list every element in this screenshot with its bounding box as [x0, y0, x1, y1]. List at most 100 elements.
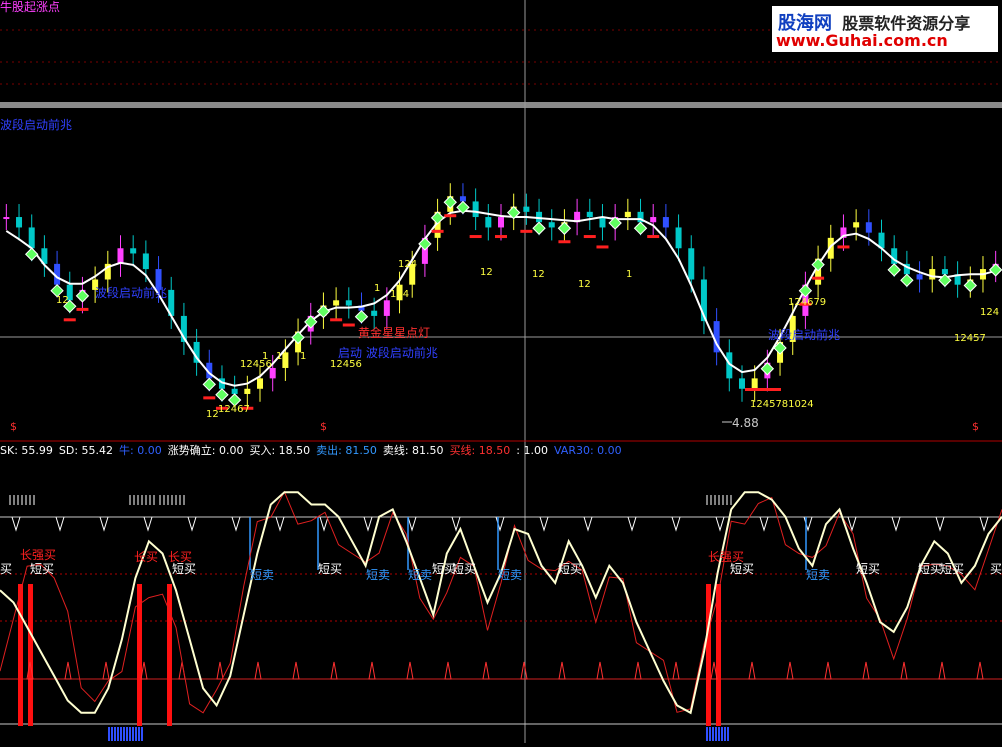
oscillator-signal-label: 买 [0, 562, 13, 576]
candle-body [929, 269, 936, 280]
red-dash [812, 276, 825, 280]
long-buy-bar [706, 584, 711, 726]
diamond-marker [988, 263, 1002, 277]
stock-chart-svg[interactable]: $ $ $ [0, 0, 1002, 743]
candle-body [865, 222, 872, 233]
oscillator-signal-label: 短卖 [250, 568, 275, 582]
buy-spike [102, 661, 110, 680]
number-tag: 1 [626, 269, 633, 280]
number-tag: 124679 [788, 297, 827, 308]
indicator-item: : 1.00 [516, 444, 548, 457]
candle-body [498, 217, 504, 228]
candle-body [675, 227, 682, 249]
long-buy-bar [28, 584, 33, 726]
number-tag: 1245781024 [750, 399, 814, 410]
candle-body [485, 217, 492, 228]
blue-bottom-bar [129, 727, 131, 741]
candle-body [853, 222, 860, 228]
blue-bottom-bar [706, 727, 708, 741]
sell-tick [275, 516, 285, 532]
candle-body [472, 201, 479, 218]
indicator-bar: SK: 55.99 SD: 55.42 牛: 0.00 涨势确立: 0.00 买入: 1… [0, 442, 628, 457]
panel-separator-top[interactable] [0, 102, 1002, 108]
buy-spike [824, 661, 832, 680]
oscillator-signal-label: 短卖 [408, 568, 433, 582]
blue-bottom-bar [715, 727, 717, 741]
red-dash [495, 235, 507, 239]
oscillator-signal-label: 短买 [940, 562, 965, 576]
indicator-item: 卖线: 81.50 [382, 444, 444, 457]
buy-spike [216, 661, 224, 680]
sell-tick [759, 516, 769, 532]
red-dash [520, 229, 533, 233]
indicator-item: SD: 55.42 [58, 444, 114, 457]
red-dash [203, 396, 216, 400]
buy-spike [900, 661, 908, 680]
sell-tick [979, 516, 989, 532]
sk-line [0, 490, 1002, 714]
diamond-marker [430, 211, 445, 225]
watermark-logo: 股海网 股票软件资源分享 www.Guhai.com.cn [772, 6, 998, 52]
candle-body [523, 206, 530, 212]
blue-bottom-bar [111, 727, 113, 741]
oscillator-signal-label: 短买 [918, 562, 943, 576]
number-tag: 12467 [218, 404, 250, 415]
indicator-item: 买线: 18.50 [449, 444, 511, 457]
chart-stage: $ $ $ 牛股起涨点 股海网 股票软件资源分享 www.Guhai.com.cn … [0, 0, 1002, 743]
blue-bottom-bar [709, 727, 711, 741]
blue-bottom-bar [117, 727, 119, 741]
oscillator-signal-label: 短卖 [366, 568, 391, 582]
red-dash [647, 235, 660, 239]
sell-tick [143, 516, 153, 532]
red-dash [342, 323, 355, 327]
blue-bottom-bar [721, 727, 723, 741]
candle-body [688, 248, 695, 280]
sell-tick [891, 516, 901, 532]
watermark-url: www.Guhai.com.cn [776, 31, 948, 50]
candle-body [751, 378, 758, 389]
diamond-marker [202, 377, 216, 392]
dollar-marker: $ [320, 420, 327, 433]
diamond-marker [443, 195, 457, 209]
diamond-marker [418, 237, 432, 251]
indicator-item: 卖出: 81.50 [316, 444, 377, 457]
sell-tick [407, 516, 417, 532]
candle-body [383, 300, 390, 316]
oscillator-signal-label: 短买 [856, 562, 881, 576]
buy-spike [292, 661, 300, 680]
candle-body [662, 217, 669, 228]
number-tag: 1 [262, 351, 269, 362]
oscillator-signal-label: 短买 [730, 562, 755, 576]
oscillator-signal-label: 短买 [452, 562, 477, 576]
candle-body [941, 269, 948, 275]
buy-spike [748, 661, 756, 680]
number-tag: 1 [374, 283, 381, 294]
sell-tick [671, 516, 681, 532]
sell-tick [715, 516, 725, 532]
signal-label-1: 波段启动前兆 [0, 118, 73, 132]
red-dash [837, 245, 850, 249]
diamond-marker [963, 278, 977, 293]
number-tag: 12 [480, 267, 493, 278]
oscillator-signal-label: 长强买 [20, 548, 57, 562]
candle-body [738, 378, 745, 389]
blue-bottom-bar [135, 727, 137, 741]
sell-tick [187, 516, 197, 532]
blue-bottom-bar [123, 727, 125, 741]
red-dash [745, 388, 781, 391]
indicator-item: VAR30: 0.00 [553, 444, 622, 457]
buy-spike [976, 661, 984, 680]
candle-body [333, 300, 340, 306]
signal-label-3: 波段启动前兆 [768, 328, 841, 342]
indicator-item: 涨势确立: 0.00 [167, 444, 244, 457]
diamond-marker [900, 273, 914, 287]
number-tag: 1 [300, 351, 307, 362]
buy-spike [330, 661, 338, 680]
chart-title: 牛股起涨点 [0, 0, 61, 14]
red-dash [596, 245, 609, 249]
candle-body [117, 248, 124, 264]
low-price-label: 4.88 [732, 416, 759, 430]
sell-tick [451, 516, 461, 532]
diamond-marker [354, 310, 369, 324]
buy-spike [786, 661, 794, 680]
